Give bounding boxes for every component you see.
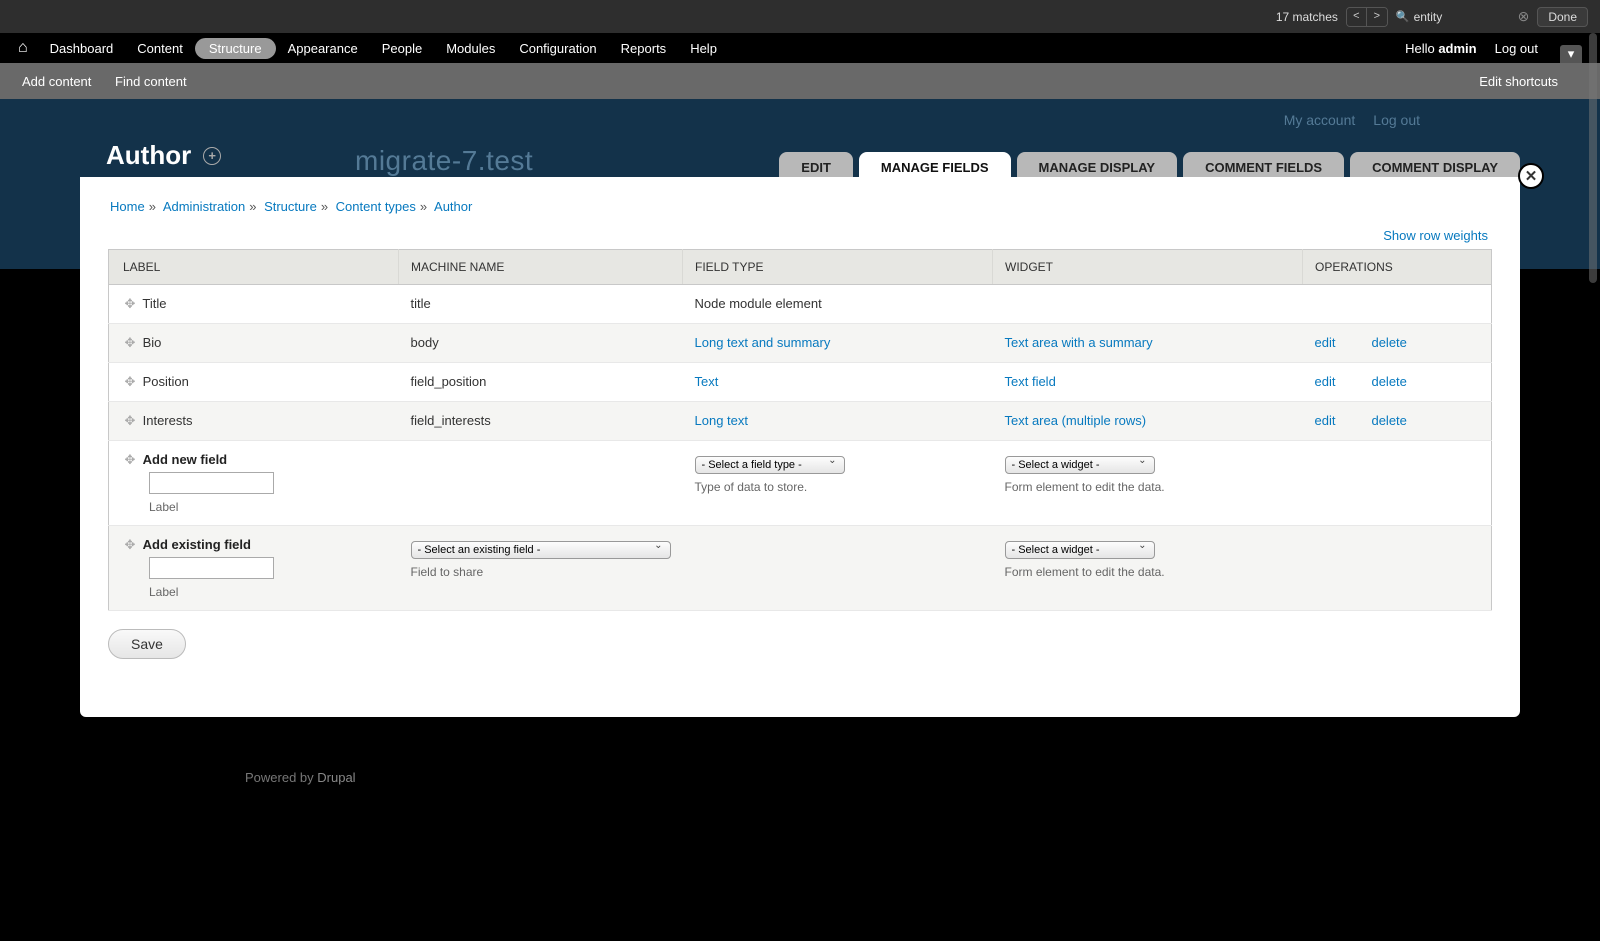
- existing-field-help: Field to share: [411, 565, 671, 579]
- th-widget: WIDGET: [993, 250, 1303, 285]
- admin-toolbar: ⌂ Dashboard Content Structure Appearance…: [0, 33, 1600, 63]
- find-input[interactable]: [1414, 10, 1514, 24]
- shortcut-find-content[interactable]: Find content: [115, 74, 187, 89]
- field-label: Bio: [143, 335, 162, 350]
- drag-handle-icon[interactable]: ✥: [121, 452, 139, 468]
- existing-widget-select[interactable]: - Select a widget -: [1005, 541, 1155, 559]
- bg-my-account[interactable]: My account: [1284, 112, 1356, 128]
- th-machine: MACHINE NAME: [399, 250, 683, 285]
- new-field-label-input[interactable]: [149, 472, 274, 494]
- find-clear-icon[interactable]: ⊗: [1518, 8, 1530, 25]
- drag-handle-icon[interactable]: ✥: [121, 296, 139, 312]
- field-machine-name: body: [399, 324, 683, 363]
- op-delete-link[interactable]: delete: [1371, 413, 1406, 428]
- table-row: ✥ Bio body Long text and summary Text area …: [109, 324, 1492, 363]
- toolbar-item-dashboard[interactable]: Dashboard: [38, 35, 126, 62]
- add-existing-field-row: ✥ Add existing field Label - Select an e…: [109, 526, 1492, 611]
- fields-table: LABEL MACHINE NAME FIELD TYPE WIDGET OPE…: [108, 249, 1492, 611]
- op-delete-link[interactable]: delete: [1371, 335, 1406, 350]
- field-machine-name: field_interests: [399, 402, 683, 441]
- crumb-structure[interactable]: Structure: [264, 199, 317, 214]
- home-icon[interactable]: ⌂: [18, 39, 28, 57]
- field-label: Interests: [143, 413, 193, 428]
- field-type-link[interactable]: Text: [695, 374, 719, 389]
- crumb-home[interactable]: Home: [110, 199, 145, 214]
- toolbar-logout-link[interactable]: Log out: [1495, 41, 1538, 56]
- toolbar-item-content[interactable]: Content: [125, 35, 195, 62]
- existing-widget-help: Form element to edit the data.: [1005, 565, 1291, 579]
- op-edit-link[interactable]: edit: [1315, 335, 1336, 350]
- field-label: Position: [143, 374, 189, 389]
- table-row: ✥ Title title Node module element: [109, 285, 1492, 324]
- new-field-type-help: Type of data to store.: [695, 480, 981, 494]
- shortcut-edit-link[interactable]: Edit shortcuts: [1479, 74, 1558, 89]
- find-search: 🔍 ⊗: [1396, 8, 1529, 25]
- field-widget-link[interactable]: Text area (multiple rows): [1005, 413, 1147, 428]
- toolbar-item-configuration[interactable]: Configuration: [507, 35, 608, 62]
- shortcut-add-content[interactable]: Add content: [22, 74, 91, 89]
- field-label: Title: [142, 296, 166, 311]
- overlay-title: Author: [106, 140, 191, 171]
- breadcrumb: Home» Administration» Structure» Content…: [108, 197, 1492, 228]
- search-icon: 🔍: [1396, 10, 1410, 23]
- find-match-count: 17 matches: [1276, 10, 1338, 24]
- add-existing-title: Add existing field: [143, 537, 251, 552]
- op-delete-link[interactable]: delete: [1371, 374, 1406, 389]
- find-done-button[interactable]: Done: [1537, 7, 1588, 27]
- existing-field-select[interactable]: - Select an existing field -: [411, 541, 671, 559]
- field-machine-name: title: [399, 285, 683, 324]
- existing-field-label-help: Label: [149, 585, 387, 599]
- field-type: Node module element: [695, 296, 822, 311]
- add-new-title: Add new field: [143, 452, 228, 467]
- scrollbar-vertical[interactable]: [1589, 33, 1597, 283]
- crumb-author[interactable]: Author: [434, 199, 472, 214]
- th-ops: OPERATIONS: [1303, 250, 1492, 285]
- table-row: ✥ Position field_position Text Text field ed…: [109, 363, 1492, 402]
- find-next-button[interactable]: >: [1367, 8, 1387, 26]
- table-row: ✥ Interests field_interests Long text Text …: [109, 402, 1492, 441]
- add-new-field-row: ✥ Add new field Label - Select a field t…: [109, 441, 1492, 526]
- find-nav: < >: [1346, 7, 1388, 27]
- toolbar-toggle-icon[interactable]: ▾: [1560, 45, 1582, 63]
- toolbar-item-help[interactable]: Help: [678, 35, 729, 62]
- crumb-admin[interactable]: Administration: [163, 199, 245, 214]
- op-edit-link[interactable]: edit: [1315, 374, 1336, 389]
- existing-field-label-input[interactable]: [149, 557, 274, 579]
- toolbar-item-reports[interactable]: Reports: [609, 35, 679, 62]
- shortcut-bar: Add content Find content Edit shortcuts: [0, 63, 1600, 99]
- find-prev-button[interactable]: <: [1347, 8, 1367, 26]
- field-machine-name: field_position: [399, 363, 683, 402]
- footer: Powered by Drupal: [245, 770, 356, 785]
- toolbar-item-people[interactable]: People: [370, 35, 434, 62]
- footer-drupal-link[interactable]: Drupal: [317, 770, 355, 785]
- overlay-close-icon[interactable]: ✕: [1518, 163, 1544, 189]
- overlay-panel: ✕ Home» Administration» Structure» Conte…: [80, 177, 1520, 717]
- op-edit-link[interactable]: edit: [1315, 413, 1336, 428]
- save-button[interactable]: Save: [108, 629, 186, 659]
- toolbar-hello: Hello admin: [1405, 41, 1477, 56]
- drag-handle-icon[interactable]: ✥: [121, 413, 139, 429]
- field-type-link[interactable]: Long text and summary: [695, 335, 831, 350]
- field-type-link[interactable]: Long text: [695, 413, 749, 428]
- toolbar-item-structure[interactable]: Structure: [195, 38, 276, 59]
- add-shortcut-icon[interactable]: +: [203, 147, 221, 165]
- crumb-content-types[interactable]: Content types: [336, 199, 416, 214]
- drag-handle-icon[interactable]: ✥: [121, 537, 139, 553]
- drag-handle-icon[interactable]: ✥: [121, 374, 139, 390]
- toolbar-item-modules[interactable]: Modules: [434, 35, 507, 62]
- field-widget-link[interactable]: Text area with a summary: [1005, 335, 1153, 350]
- bg-user-links: My account Log out: [1284, 112, 1420, 128]
- drag-handle-icon[interactable]: ✥: [121, 335, 139, 351]
- browser-find-bar: 17 matches < > 🔍 ⊗ Done: [0, 0, 1600, 33]
- toolbar-item-appearance[interactable]: Appearance: [276, 35, 370, 62]
- field-widget-link[interactable]: Text field: [1005, 374, 1056, 389]
- new-field-type-select[interactable]: - Select a field type -: [695, 456, 845, 474]
- new-field-widget-help: Form element to edit the data.: [1005, 480, 1291, 494]
- show-row-weights-link[interactable]: Show row weights: [1383, 228, 1488, 243]
- th-label: LABEL: [109, 250, 399, 285]
- new-field-widget-select[interactable]: - Select a widget -: [1005, 456, 1155, 474]
- th-type: FIELD TYPE: [683, 250, 993, 285]
- new-field-label-help: Label: [149, 500, 387, 514]
- bg-logout[interactable]: Log out: [1373, 112, 1420, 128]
